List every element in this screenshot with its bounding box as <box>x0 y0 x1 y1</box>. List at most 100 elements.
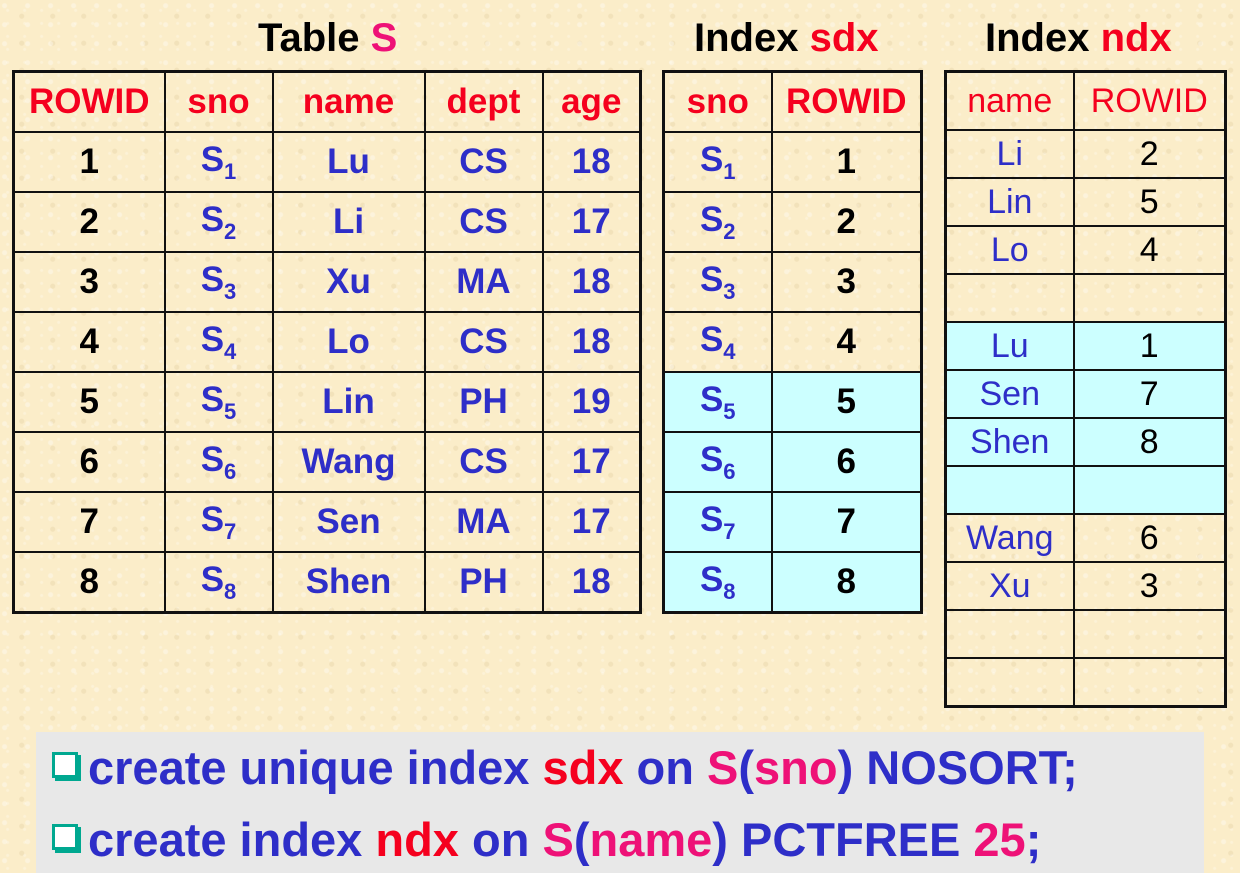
dept-cell: MA <box>423 491 544 553</box>
table-row: S1 1 <box>662 131 923 193</box>
sno-letter: S <box>200 439 225 479</box>
command-line-2: create index ndx on S(name) PCTFREE 25; <box>52 812 1041 867</box>
rowid-cell: 6 <box>12 431 166 493</box>
table-row <box>944 609 1227 659</box>
sno-letter: S <box>699 199 724 239</box>
rowid-cell: 4 <box>12 311 166 373</box>
index-sdx-table: sno ROWID S1 1 S2 2 S3 3 S4 4 S5 5 S6 6 S7 7 S8 8 <box>662 70 923 614</box>
table-row: Lin 5 <box>944 177 1227 227</box>
rowid-cell: 8 <box>1072 417 1227 467</box>
name-cell: Wang <box>271 431 426 493</box>
title-prefix: Index <box>985 16 1101 60</box>
sno-letter: S <box>200 259 225 299</box>
sno-letter: S <box>699 439 724 479</box>
column-header: ROWID <box>1072 70 1227 131</box>
sno-cell: S7 <box>163 491 274 553</box>
cmd-text: ; <box>1025 813 1042 866</box>
column-header: age <box>541 70 642 133</box>
rowid-cell: 5 <box>1072 177 1227 227</box>
rowid-cell: 7 <box>1072 369 1227 419</box>
sno-cell: S4 <box>163 311 274 373</box>
table-row: Sen 7 <box>944 369 1227 419</box>
table-s: ROWID sno name dept age 1 S1 Lu CS 18 2 S2 Li CS 17 3 S… <box>12 70 642 614</box>
sno-letter: S <box>200 319 225 359</box>
name-cell: Li <box>271 191 426 253</box>
sno-letter: S <box>699 379 724 419</box>
sno-cell: S6 <box>163 431 274 493</box>
name-cell: Li <box>944 129 1075 179</box>
sno-cell: S4 <box>662 311 773 373</box>
rowid-cell: 5 <box>12 371 166 433</box>
age-cell: 18 <box>541 311 642 373</box>
table-header-row: ROWID sno name dept age <box>12 70 642 133</box>
table-row: S8 8 <box>662 551 923 614</box>
table-header-row: name ROWID <box>944 70 1227 131</box>
column-header: name <box>944 70 1075 131</box>
age-cell: 17 <box>541 431 642 493</box>
sno-subscript: 7 <box>723 518 736 544</box>
table-row: 2 S2 Li CS 17 <box>12 191 642 253</box>
sno-subscript: 8 <box>723 578 736 604</box>
sno-letter: S <box>699 259 724 299</box>
sno-letter: S <box>200 139 225 179</box>
table-header-row: sno ROWID <box>662 70 923 133</box>
table-row: Lu 1 <box>944 321 1227 371</box>
age-cell: 17 <box>541 191 642 253</box>
table-row: Li 2 <box>944 129 1227 179</box>
sno-letter: S <box>699 319 724 359</box>
sno-subscript: 7 <box>224 518 237 544</box>
table-row: 3 S3 Xu MA 18 <box>12 251 642 313</box>
table-row: Shen 8 <box>944 417 1227 467</box>
rowid-cell: 1 <box>1072 321 1227 371</box>
name-cell <box>944 609 1075 659</box>
age-cell: 18 <box>541 551 642 614</box>
sno-cell: S8 <box>163 551 274 614</box>
rowid-cell: 3 <box>12 251 166 313</box>
cmd-text: create index <box>88 813 376 866</box>
title-name: sdx <box>809 16 879 60</box>
name-cell: Shen <box>944 417 1075 467</box>
cmd-table-name: S <box>707 741 739 794</box>
sno-subscript: 1 <box>224 158 237 184</box>
index-ndx-table: name ROWID Li 2 Lin 5 Lo 4 Lu 1 Sen 7 Shen 8 Wang 6 Xu 3 <box>944 70 1227 708</box>
sno-subscript: 1 <box>723 158 736 184</box>
sno-cell: S1 <box>163 131 274 193</box>
sno-cell: S6 <box>662 431 773 493</box>
sno-subscript: 5 <box>723 398 736 424</box>
table-row: S7 7 <box>662 491 923 553</box>
sno-subscript: 5 <box>224 398 237 424</box>
name-cell: Lo <box>271 311 426 373</box>
column-header: sno <box>163 70 274 133</box>
sno-subscript: 4 <box>224 338 237 364</box>
sno-letter: S <box>200 379 225 419</box>
sno-subscript: 3 <box>224 278 237 304</box>
rowid-cell: 2 <box>1072 129 1227 179</box>
dept-cell: CS <box>423 431 544 493</box>
sno-letter: S <box>200 499 225 539</box>
cmd-text: ( <box>573 813 590 866</box>
sno-cell: S2 <box>163 191 274 253</box>
table-row: 7 S7 Sen MA 17 <box>12 491 642 553</box>
sno-letter: S <box>200 199 225 239</box>
rowid-cell: 3 <box>1072 561 1227 611</box>
dept-cell: PH <box>423 551 544 614</box>
cmd-index-name: ndx <box>375 813 459 866</box>
column-header: dept <box>423 70 544 133</box>
table-row: 1 S1 Lu CS 18 <box>12 131 642 193</box>
cmd-text: create unique index <box>88 741 543 794</box>
table-row <box>944 465 1227 515</box>
rowid-cell <box>1072 609 1227 659</box>
sno-cell: S1 <box>662 131 773 193</box>
table-row: Wang 6 <box>944 513 1227 563</box>
sno-subscript: 6 <box>723 458 736 484</box>
cmd-text: ( <box>738 741 755 794</box>
sno-subscript: 3 <box>723 278 736 304</box>
age-cell: 19 <box>541 371 642 433</box>
checkbox-bullet-icon <box>52 752 81 781</box>
sno-subscript: 4 <box>723 338 736 364</box>
table-row: 8 S8 Shen PH 18 <box>12 551 642 614</box>
table-row: S4 4 <box>662 311 923 373</box>
table-row: S2 2 <box>662 191 923 253</box>
sno-subscript: 2 <box>224 218 237 244</box>
cmd-index-name: sdx <box>542 741 624 794</box>
